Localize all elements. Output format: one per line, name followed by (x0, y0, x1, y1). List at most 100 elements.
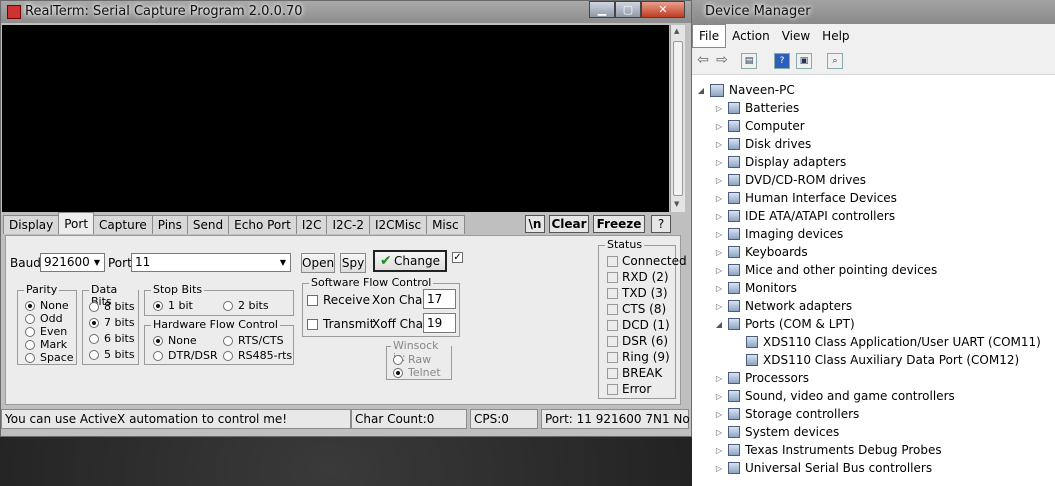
stop-bits-2-radio[interactable]: 2 bits (223, 299, 269, 312)
winsock-telnet-radio[interactable]: Telnet (393, 366, 441, 379)
realterm-titlebar[interactable]: RealTerm: Serial Capture Program 2.0.0.7… (1, 1, 691, 23)
radio-circle (89, 317, 99, 328)
data-bits-6-radio[interactable]: 6 bits (89, 332, 135, 345)
expand-icon: ▷ (715, 229, 723, 239)
port-select[interactable]: 11 ▼ (131, 253, 291, 272)
status-dsr: DSR (6) (607, 334, 668, 348)
xon-char-input[interactable]: 17 (423, 289, 456, 309)
winsock-raw-radio[interactable]: Raw (393, 353, 431, 366)
back-arrow-icon[interactable]: ⇦ (695, 53, 711, 69)
change-button[interactable]: ✔ Change (373, 250, 447, 272)
receive-checkbox[interactable]: Receive (307, 293, 370, 307)
tab-pins[interactable]: Pins (151, 215, 188, 234)
close-button[interactable]: ✕ (641, 1, 685, 18)
parity-none-radio[interactable]: None (25, 299, 69, 312)
scroll-thumb[interactable] (673, 41, 683, 196)
forward-arrow-icon[interactable]: ⇨ (714, 53, 730, 69)
checkbox-box (307, 318, 318, 330)
menu-view[interactable]: View (776, 24, 816, 48)
camera-icon (728, 228, 740, 240)
tab-i2c[interactable]: I2C (295, 215, 328, 234)
tab-echo-port[interactable]: Echo Port (228, 215, 297, 234)
tree-item-keyboards[interactable]: ▷ Keyboards (714, 243, 808, 261)
label-text: Texas Instruments Debug Probes (745, 443, 942, 457)
parity-odd-radio[interactable]: Odd (25, 312, 63, 325)
keyboard-icon (728, 246, 740, 258)
hw-flow-dtr-dsr-radio[interactable]: DTR/DSR (153, 349, 218, 362)
scroll-down-icon[interactable]: ▼ (674, 200, 679, 208)
tree-item-system-devices[interactable]: ▷ System devices (714, 423, 839, 441)
hw-flow-none-radio[interactable]: None (153, 334, 197, 347)
help-button[interactable]: ? (651, 215, 671, 233)
label-text: Imaging devices (745, 227, 844, 241)
data-bits-8-radio[interactable]: 8 bits (89, 300, 135, 313)
tree-item-mice[interactable]: ▷ Mice and other pointing devices (714, 261, 937, 279)
tab-port[interactable]: Port (58, 212, 95, 234)
tree-item-network-adapters[interactable]: ▷ Network adapters (714, 297, 852, 315)
transmit-checkbox[interactable]: Transmit (307, 317, 374, 331)
tree-item-display-adapters[interactable]: ▷ Display adapters (714, 153, 846, 171)
tree-item-imaging[interactable]: ▷ Imaging devices (714, 225, 843, 243)
label-text: Raw (408, 353, 432, 366)
help-icon[interactable]: ? (774, 53, 790, 69)
tree-item-batteries[interactable]: ▷ Batteries (714, 99, 799, 117)
freeze-button[interactable]: Freeze (593, 215, 645, 233)
tree-item-xds110-uart[interactable]: XDS110 Class Application/User UART (COM1… (746, 333, 1041, 351)
data-bits-5-radio[interactable]: 5 bits (89, 348, 135, 361)
tab-i2c-2[interactable]: I2C-2 (326, 215, 370, 234)
tree-item-xds110-aux[interactable]: XDS110 Class Auxiliary Data Port (COM12) (746, 351, 1019, 369)
change-auto-checkbox[interactable]: ✓ (452, 252, 463, 263)
tree-item-processors[interactable]: ▷ Processors (714, 369, 809, 387)
parity-even-radio[interactable]: Even (25, 325, 67, 338)
label-text: Telnet (408, 366, 441, 379)
open-button[interactable]: Open (301, 253, 335, 273)
xoff-char-input[interactable]: 19 (423, 313, 456, 333)
baud-select[interactable]: 921600 ▼ (40, 253, 105, 272)
label-text: Receive (323, 293, 370, 307)
hw-flow-rs485-radio[interactable]: RS485-rts (223, 349, 292, 362)
tree-item-monitors[interactable]: ▷ Monitors (714, 279, 797, 297)
tree-item-computer[interactable]: ▷ Computer (714, 117, 805, 135)
stop-bits-1-radio[interactable]: 1 bit (153, 299, 193, 312)
menu-help[interactable]: Help (816, 24, 855, 48)
tab-capture[interactable]: Capture (93, 215, 153, 234)
tab-send[interactable]: Send (186, 215, 230, 234)
tab-display[interactable]: Display (3, 215, 60, 234)
newline-button[interactable]: \n (525, 215, 545, 233)
properties-icon[interactable]: ▣ (796, 53, 812, 69)
tree-item-storage[interactable]: ▷ Storage controllers (714, 405, 859, 423)
label-text: IDE ATA/ATAPI controllers (745, 209, 896, 223)
clear-button[interactable]: Clear (549, 215, 589, 233)
tree-item-hid[interactable]: ▷ Human Interface Devices (714, 189, 897, 207)
label-text: None (168, 334, 197, 347)
tree-item-ide-ata[interactable]: ▷ IDE ATA/ATAPI controllers (714, 207, 895, 225)
parity-mark-radio[interactable]: Mark (25, 338, 67, 351)
device-manager-titlebar[interactable]: Device Manager (692, 0, 1055, 24)
label-text: Computer (745, 119, 805, 133)
tree-item-usb[interactable]: ▷ Universal Serial Bus controllers (714, 459, 932, 477)
spy-button[interactable]: Spy (340, 253, 366, 273)
label-text: DSR (6) (622, 334, 669, 348)
tree-item-ti-debug-probes[interactable]: ▷ Texas Instruments Debug Probes (714, 441, 942, 459)
show-hide-tree-icon[interactable]: ▤ (741, 53, 757, 69)
tree-item-ports[interactable]: ◢ Ports (COM & LPT) (714, 315, 855, 333)
terminal-scrollbar[interactable]: ▲ ▼ (670, 25, 685, 212)
scroll-up-icon[interactable]: ▲ (674, 27, 679, 35)
tree-item-disk-drives[interactable]: ▷ Disk drives (714, 135, 811, 153)
minimize-button[interactable]: ▁ (589, 1, 615, 18)
menu-file[interactable]: File (692, 24, 727, 48)
terminal-display[interactable] (2, 25, 669, 212)
label-text: Transmit (323, 317, 375, 331)
hw-flow-rts-cts-radio[interactable]: RTS/CTS (223, 334, 284, 347)
tree-root[interactable]: ◢ Naveen-PC (696, 81, 795, 99)
realterm-tabs: Display Port Capture Pins Send Echo Port… (3, 212, 465, 235)
tab-misc[interactable]: Misc (426, 215, 465, 234)
parity-space-radio[interactable]: Space (25, 351, 74, 364)
maximize-button[interactable]: ▢ (615, 1, 641, 18)
menu-action[interactable]: Action (726, 24, 776, 48)
tree-item-dvd-cd-rom[interactable]: ▷ DVD/CD-ROM drives (714, 171, 866, 189)
tab-i2cmisc[interactable]: I2CMisc (368, 215, 428, 234)
scan-hardware-icon[interactable]: ⌕ (827, 53, 843, 69)
data-bits-7-radio[interactable]: 7 bits (89, 316, 135, 329)
tree-item-sound[interactable]: ▷ Sound, video and game controllers (714, 387, 955, 405)
